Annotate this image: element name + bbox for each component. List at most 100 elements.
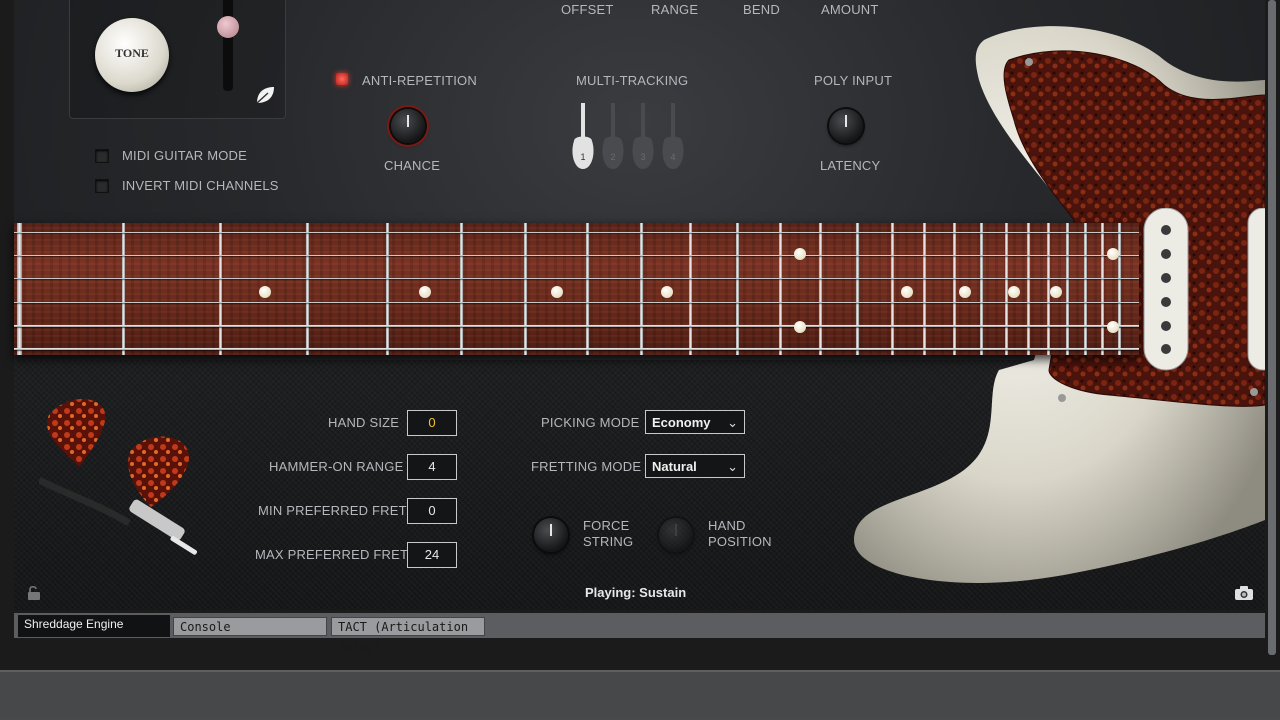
track-1-number: 1: [580, 152, 585, 162]
fret-wire: [386, 223, 389, 355]
fret-wire: [219, 223, 222, 355]
fret-inlay-dot: [551, 286, 563, 298]
leaf-icon[interactable]: [254, 84, 276, 106]
track-3-number: 3: [640, 152, 645, 162]
chance-label: CHANCE: [384, 158, 441, 173]
picking-mode-select[interactable]: Economy ⌄: [645, 410, 745, 434]
fretboard-nut: [17, 223, 22, 355]
fretboard[interactable]: [14, 223, 1139, 355]
fret-wire: [923, 223, 926, 355]
fret-wire: [856, 223, 859, 355]
guitar-track-1-icon[interactable]: 1: [570, 103, 596, 171]
chevron-down-icon: ⌄: [727, 459, 738, 474]
fret-wire: [953, 223, 956, 355]
min-preferred-fret-field[interactable]: 0: [407, 498, 457, 524]
fret-wire: [524, 223, 527, 355]
amount-label: AMOUNT: [821, 2, 879, 17]
guitar-string: [14, 255, 1139, 256]
fretting-mode-label: FRETTING MODE: [531, 459, 642, 474]
invert-midi-channels-label: INVERT MIDI CHANNELS: [122, 178, 279, 193]
fretting-mode-value: Natural: [652, 459, 697, 474]
tone-knob-label: TONE: [115, 46, 149, 60]
midi-guitar-mode-label: MIDI GUITAR MODE: [122, 148, 248, 163]
lock-icon[interactable]: [26, 585, 42, 601]
tab-shreddage-engine[interactable]: Shreddage Engine: [18, 615, 170, 637]
guitar-track-4-icon[interactable]: 4: [660, 103, 686, 171]
hand-position-label-2: POSITION: [708, 534, 772, 549]
tone-slider-track[interactable]: [223, 0, 233, 91]
fret-inlay-dot: [1008, 286, 1020, 298]
invert-midi-channels-checkbox[interactable]: [95, 179, 109, 193]
fret-wire: [891, 223, 894, 355]
force-string-knob[interactable]: [534, 518, 568, 552]
fret-wire: [1101, 223, 1104, 355]
track-4-number: 4: [670, 152, 675, 162]
hand-size-field[interactable]: 0: [407, 410, 457, 436]
guitar-string: [14, 302, 1139, 303]
window-scrollbar[interactable]: [1268, 0, 1276, 655]
hand-position-label-1: HAND: [708, 518, 746, 533]
guitar-string: [14, 325, 1139, 327]
chance-knob[interactable]: [391, 109, 425, 143]
min-preferred-fret-label: MIN PREFERRED FRET: [258, 503, 407, 518]
fret-wire: [1084, 223, 1087, 355]
midi-guitar-mode-checkbox[interactable]: [95, 149, 109, 163]
fret-wire: [460, 223, 463, 355]
fret-wire: [779, 223, 782, 355]
max-preferred-fret-field[interactable]: 24: [407, 542, 457, 568]
status-text: Playing: Sustain: [585, 585, 687, 600]
latency-knob[interactable]: [829, 109, 863, 143]
host-background: [0, 670, 1280, 718]
fret-inlay-dot: [661, 286, 673, 298]
anti-repetition-label: ANTI-REPETITION: [362, 73, 477, 88]
pickup-image: [1143, 208, 1265, 371]
fret-wire: [736, 223, 739, 355]
fret-wire: [640, 223, 643, 355]
picking-mode-value: Economy: [652, 415, 711, 430]
poly-input-label: POLY INPUT: [814, 73, 893, 88]
guitar-string: [14, 348, 1139, 350]
hammer-on-range-field[interactable]: 4: [407, 454, 457, 480]
fret-wire: [586, 223, 589, 355]
range-label: RANGE: [651, 2, 699, 17]
max-preferred-fret-label: MAX PREFERRED FRET: [255, 547, 409, 562]
camera-icon[interactable]: [1234, 585, 1254, 601]
chevron-down-icon: ⌄: [727, 415, 738, 430]
fret-inlay-dot: [794, 248, 806, 260]
force-string-label-1: FORCE: [583, 518, 630, 533]
fret-wire: [122, 223, 125, 355]
multi-tracking-guitars: 1 2 3 4: [570, 103, 690, 173]
offset-label: OFFSET: [561, 2, 614, 17]
guitar-track-2-icon[interactable]: 2: [600, 103, 626, 171]
fret-inlay-dot: [259, 286, 271, 298]
tone-control-box: TONE: [69, 0, 286, 119]
fret-wire: [689, 223, 692, 355]
fret-inlay-dot: [1050, 286, 1062, 298]
picking-mode-label: PICKING MODE: [541, 415, 640, 430]
track-2-number: 2: [610, 152, 615, 162]
tone-slider-handle[interactable]: [217, 16, 239, 38]
instrument-window: OFFSET RANGE BEND AMOUNT TONE MIDI GUITA…: [0, 0, 1280, 670]
guitar-picks-image: [39, 398, 198, 555]
fret-wire: [1118, 223, 1121, 355]
bend-label: BEND: [743, 2, 780, 17]
fret-inlay-dot: [1107, 248, 1119, 260]
fret-wire: [819, 223, 822, 355]
fret-inlay-dot: [1107, 321, 1119, 333]
hand-size-label: HAND SIZE: [328, 415, 400, 430]
tab-tact-articulation-setup[interactable]: TACT (Articulation Setup): [331, 617, 485, 653]
fretting-mode-select[interactable]: Natural ⌄: [645, 454, 745, 478]
guitar-track-3-icon[interactable]: 3: [630, 103, 656, 171]
hand-position-knob[interactable]: [659, 518, 693, 552]
tone-knob[interactable]: TONE: [95, 18, 169, 92]
guitar-string: [14, 278, 1139, 279]
tab-console[interactable]: Console: [173, 617, 327, 636]
fret-wire: [306, 223, 309, 355]
fret-inlay-dot: [901, 286, 913, 298]
latency-label: LATENCY: [820, 158, 881, 173]
multi-tracking-label: MULTI-TRACKING: [576, 73, 689, 88]
guitar-string: [14, 232, 1139, 233]
anti-repetition-led[interactable]: [336, 73, 348, 85]
fret-wire: [980, 223, 983, 355]
fret-inlay-dot: [959, 286, 971, 298]
